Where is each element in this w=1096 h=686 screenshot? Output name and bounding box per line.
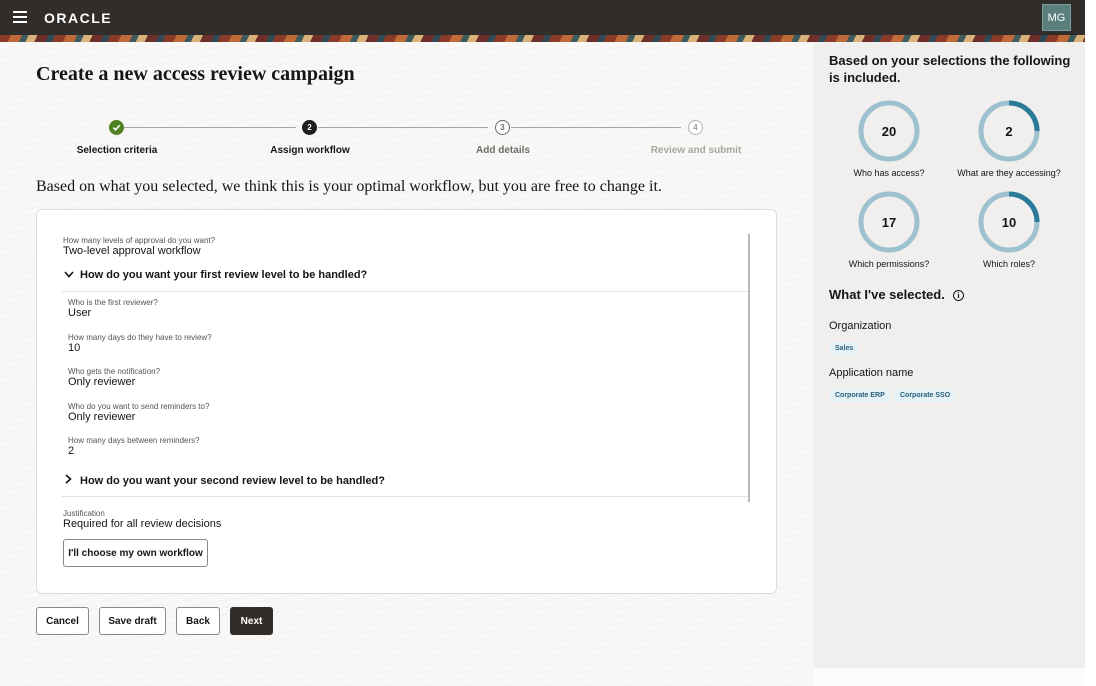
step-2-marker[interactable]: 2 xyxy=(302,120,317,135)
step-1-check-icon[interactable] xyxy=(109,120,124,135)
section-divider xyxy=(62,496,748,497)
justification-value: Required for all review decisions xyxy=(63,518,222,530)
which-permissions-value: 17 xyxy=(881,215,897,230)
selected-heading: What I've selected. xyxy=(829,287,945,302)
first-reviewer-label: Who is the first reviewer? xyxy=(68,298,158,307)
application-chip: Corporate SSO xyxy=(895,389,956,402)
step-2-label[interactable]: Assign workflow xyxy=(270,145,349,156)
info-icon[interactable]: i xyxy=(953,290,964,301)
train-connector xyxy=(318,127,488,128)
reminders-to-label: Who do you want to send reminders to? xyxy=(68,402,210,411)
what-accessing-value: 2 xyxy=(1005,124,1013,139)
step-3-marker[interactable]: 3 xyxy=(495,120,510,135)
levels-value: Two-level approval workflow xyxy=(63,245,201,257)
what-accessing-caption: What are they accessing? xyxy=(957,168,1061,178)
notification-value: Only reviewer xyxy=(68,376,136,388)
first-level-section-toggle[interactable]: How do you want your first review level … xyxy=(63,269,367,281)
scrollbar-track xyxy=(1085,0,1096,686)
page-title: Create a new access review campaign xyxy=(36,63,355,85)
first-level-section-title: How do you want your first review level … xyxy=(80,269,368,281)
days-review-value: 10 xyxy=(68,342,81,354)
step-1-label[interactable]: Selection criteria xyxy=(77,145,158,156)
days-between-label: How many days between reminders? xyxy=(68,436,200,445)
oracle-logo[interactable]: ORACLE xyxy=(44,10,112,26)
back-button[interactable]: Back xyxy=(176,607,220,635)
which-roles-value: 10 xyxy=(1001,215,1017,230)
workflow-recommendation-text: Based on what you selected, we think thi… xyxy=(36,178,662,195)
top-bar: ORACLE MG xyxy=(0,0,1085,35)
next-button[interactable]: Next xyxy=(230,607,273,635)
application-chip: Corporate ERP xyxy=(830,389,890,402)
cancel-button[interactable]: Cancel xyxy=(36,607,89,635)
days-review-label: How many days do they have to review? xyxy=(68,333,212,342)
train-connector xyxy=(511,127,681,128)
which-roles-caption: Which roles? xyxy=(982,259,1036,269)
decorative-banner xyxy=(0,35,1085,42)
chevron-right-icon xyxy=(63,474,74,487)
section-divider xyxy=(62,291,748,292)
save-draft-button[interactable]: Save draft xyxy=(99,607,166,635)
choose-own-workflow-button[interactable]: I'll choose my own workflow xyxy=(63,539,208,567)
summary-heading: Based on your selections the following i… xyxy=(829,53,1071,85)
step-4-label: Review and submit xyxy=(650,145,742,156)
organization-chip: Sales xyxy=(830,342,859,355)
second-level-section-toggle[interactable]: How do you want your second review level… xyxy=(63,474,385,487)
who-has-access-value: 20 xyxy=(881,124,897,139)
first-reviewer-value: User xyxy=(68,307,92,319)
days-between-value: 2 xyxy=(68,445,75,457)
levels-label: How many levels of approval do you want? xyxy=(63,236,216,245)
justification-label: Justification xyxy=(63,509,105,518)
second-level-section-title: How do you want your second review level… xyxy=(80,474,385,487)
summary-panel xyxy=(814,42,1085,668)
train-connector xyxy=(124,127,296,128)
chevron-down-icon xyxy=(63,270,74,281)
application-name-label: Application name xyxy=(829,367,914,379)
reminders-to-value: Only reviewer xyxy=(68,411,136,423)
hamburger-menu-icon[interactable] xyxy=(13,11,27,23)
step-4-marker: 4 xyxy=(688,120,703,135)
who-has-access-caption: Who has access? xyxy=(853,168,925,178)
organization-label: Organization xyxy=(829,320,892,332)
which-permissions-caption: Which permissions? xyxy=(848,259,930,269)
step-3-label[interactable]: Add details xyxy=(476,145,530,156)
user-avatar[interactable]: MG xyxy=(1042,4,1071,31)
notification-label: Who gets the notification? xyxy=(68,367,161,376)
